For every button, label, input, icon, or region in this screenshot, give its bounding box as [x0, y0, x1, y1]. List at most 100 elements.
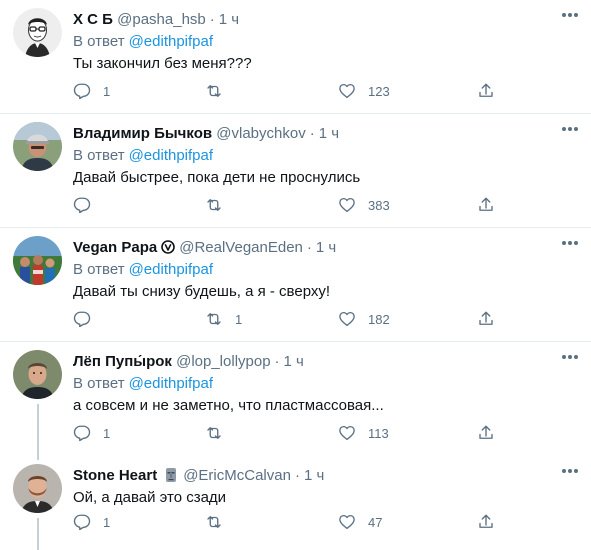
- display-name[interactable]: Владимир Бычков: [73, 125, 212, 142]
- photo-man-cap-icon: [13, 122, 62, 171]
- reply-prefix: В ответ: [73, 261, 125, 278]
- display-name[interactable]: Х С Б: [73, 11, 113, 28]
- reply-icon: [73, 514, 91, 531]
- separator-dot: ·: [209, 11, 215, 28]
- reply-feed: Х С Б @pasha_hsb · 1 ч В ответ @edithpifpaf…: [0, 0, 591, 550]
- reply-tweet[interactable]: Х С Б @pasha_hsb · 1 ч В ответ @edithpifpaf…: [0, 0, 591, 114]
- more-icon[interactable]: [561, 468, 579, 474]
- retweet-count: 1: [235, 311, 243, 327]
- tweet-actions: 1 113: [73, 423, 513, 443]
- reply-button[interactable]: 1: [73, 81, 110, 101]
- reply-tweet[interactable]: Владимир Бычков @vlabychkov · 1 ч В ответ @…: [0, 114, 591, 228]
- separator-dot: ·: [274, 353, 280, 370]
- tweet-header: Владимир Бычков @vlabychkov · 1 ч: [73, 124, 339, 144]
- avatar[interactable]: [13, 8, 62, 57]
- like-button[interactable]: 113: [338, 423, 389, 443]
- reply-button[interactable]: [73, 195, 103, 215]
- user-handle[interactable]: @RealVeganEden: [179, 239, 303, 256]
- like-button[interactable]: 383: [338, 195, 390, 215]
- user-handle[interactable]: @lop_lollypop: [176, 353, 270, 370]
- avatar[interactable]: [13, 464, 62, 513]
- retweet-icon: [207, 427, 221, 439]
- retweet-button[interactable]: [205, 81, 235, 101]
- retweet-icon: [207, 85, 221, 97]
- display-name[interactable]: Лёп Пупы́рок: [73, 353, 172, 370]
- tweet-header: Лёп Пупы́рок @lop_lollypop · 1 ч: [73, 352, 304, 372]
- tweet-text: а совсем и не заметно, что пластмассовая…: [73, 397, 384, 414]
- share-button[interactable]: [477, 309, 495, 329]
- like-count: 383: [368, 197, 390, 213]
- heart-icon: [339, 311, 355, 327]
- share-button[interactable]: [477, 81, 495, 101]
- reply-context: В ответ @edithpifpaf: [73, 374, 213, 394]
- reply-prefix: В ответ: [73, 375, 125, 392]
- more-icon[interactable]: [561, 354, 579, 360]
- share-icon: [479, 311, 493, 325]
- tweet-text: Ой, а давай это сзади: [73, 489, 227, 506]
- tweet-actions: 383: [73, 195, 513, 215]
- display-name[interactable]: Stone Heart: [73, 467, 157, 484]
- reply-button[interactable]: [73, 309, 103, 329]
- reply-tweet[interactable]: Stone Heart @EricMcCalvan · 1 ч Ой, а давай…: [0, 456, 591, 550]
- user-handle[interactable]: @EricMcCalvan: [183, 467, 291, 484]
- retweet-button[interactable]: 1: [205, 309, 242, 329]
- reply-prefix: В ответ: [73, 147, 125, 164]
- timestamp[interactable]: 1 ч: [316, 239, 336, 256]
- share-button[interactable]: [477, 195, 495, 215]
- user-handle[interactable]: @pasha_hsb: [117, 11, 206, 28]
- more-icon[interactable]: [561, 240, 579, 246]
- avatar[interactable]: [13, 122, 62, 171]
- reply-tweet[interactable]: Лёп Пупы́рок @lop_lollypop · 1 ч В ответ @e…: [0, 342, 591, 456]
- retweet-icon: [207, 199, 221, 211]
- tweet-header: Vegan Papa @RealVeganEden · 1 ч: [73, 238, 336, 258]
- reply-context: В ответ @edithpifpaf: [73, 32, 213, 52]
- retweet-button[interactable]: [205, 423, 235, 443]
- like-count: 113: [368, 425, 389, 441]
- like-count: 182: [368, 311, 390, 327]
- reply-tweet[interactable]: Vegan Papa @RealVeganEden · 1 ч В ответ @edi…: [0, 228, 591, 342]
- share-icon: [479, 83, 493, 97]
- share-button[interactable]: [477, 423, 495, 443]
- tweet-header: Х С Б @pasha_hsb · 1 ч: [73, 10, 239, 30]
- like-button[interactable]: 123: [338, 81, 390, 101]
- timestamp[interactable]: 1 ч: [304, 467, 324, 484]
- like-button[interactable]: 182: [338, 309, 390, 329]
- sketch-portrait-icon: [13, 8, 62, 57]
- share-button[interactable]: [477, 512, 495, 532]
- more-icon[interactable]: [561, 12, 579, 18]
- user-handle[interactable]: @vlabychkov: [216, 125, 305, 142]
- reply-button[interactable]: 1: [73, 423, 110, 443]
- retweet-button[interactable]: [205, 195, 235, 215]
- like-button[interactable]: 47: [338, 512, 382, 532]
- tweet-text: Давай быстрее, пока дети не проснулись: [73, 169, 361, 186]
- timestamp[interactable]: 1 ч: [284, 353, 304, 370]
- mention-link[interactable]: @edithpifpaf: [129, 147, 213, 164]
- reply-button[interactable]: 1: [73, 512, 110, 532]
- tweet-header: Stone Heart @EricMcCalvan · 1 ч: [73, 466, 324, 486]
- separator-dot: ·: [306, 239, 312, 256]
- retweet-button[interactable]: [205, 512, 235, 532]
- separator-dot: ·: [294, 467, 300, 484]
- photo-group-outdoors-icon: [13, 236, 62, 285]
- reply-icon: [73, 83, 91, 100]
- share-icon: [479, 514, 493, 528]
- thread-connector-line: [37, 456, 39, 460]
- reply-context: В ответ @edithpifpaf: [73, 260, 213, 280]
- mention-link[interactable]: @edithpifpaf: [129, 33, 213, 50]
- tweet-text: Давай ты снизу будешь, а я - сверху!: [73, 283, 331, 300]
- like-count: 47: [368, 514, 383, 530]
- reply-icon: [73, 311, 91, 328]
- heart-icon: [339, 197, 355, 213]
- separator-dot: ·: [309, 125, 315, 142]
- mention-link[interactable]: @edithpifpaf: [129, 261, 213, 278]
- avatar[interactable]: [13, 236, 62, 285]
- share-icon: [479, 425, 493, 439]
- display-name[interactable]: Vegan Papa: [73, 239, 157, 256]
- thread-connector-line: [37, 404, 39, 456]
- photo-man-portrait-icon: [13, 350, 62, 399]
- timestamp[interactable]: 1 ч: [219, 11, 239, 28]
- timestamp[interactable]: 1 ч: [319, 125, 339, 142]
- more-icon[interactable]: [561, 126, 579, 132]
- avatar[interactable]: [13, 350, 62, 399]
- mention-link[interactable]: @edithpifpaf: [129, 375, 213, 392]
